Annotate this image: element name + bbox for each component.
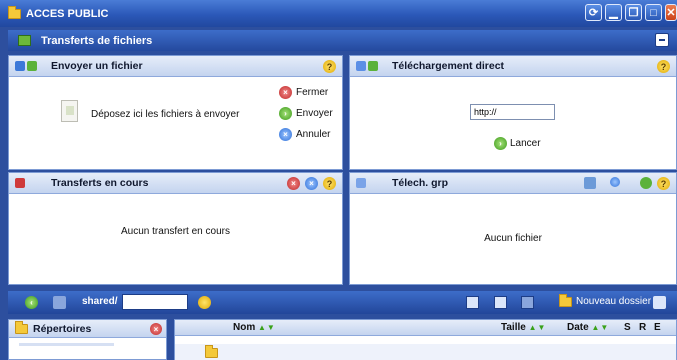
minimize-button[interactable]: ▁ xyxy=(605,4,622,21)
table-row[interactable] xyxy=(175,344,676,360)
upload-icon xyxy=(15,60,41,72)
download-icon xyxy=(356,60,382,72)
transfer-icon xyxy=(18,35,31,46)
restore-button[interactable]: ❐ xyxy=(625,4,642,21)
refresh-icon[interactable] xyxy=(610,177,620,187)
window-titlebar: ACCES PUBLIC ⟳ ▁ ❐ □ ✕ xyxy=(0,0,677,27)
close-icon: × xyxy=(279,86,292,99)
help-icon[interactable]: ? xyxy=(323,60,336,73)
back-icon[interactable]: ‹ xyxy=(25,296,38,309)
close-directories-icon[interactable]: × xyxy=(150,323,162,335)
directories-panel: Répertoires × xyxy=(8,319,167,360)
launch-button[interactable]: › Lancer xyxy=(494,137,541,150)
group-download-empty-message: Aucun fichier xyxy=(484,233,542,244)
column-size[interactable]: Taille ▲▼ xyxy=(501,322,546,333)
sort-icon: ▲▼ xyxy=(258,323,276,332)
transfers-panel-title: Transferts en cours xyxy=(51,177,149,189)
column-e[interactable]: E xyxy=(654,322,661,333)
cancel-icon: × xyxy=(279,128,292,141)
transfers-panel-header: Transferts en cours × × ? xyxy=(9,173,342,194)
directories-header: Répertoires xyxy=(9,320,166,338)
collapse-icon[interactable] xyxy=(655,33,669,47)
path-input[interactable] xyxy=(122,294,188,310)
close-action[interactable]: × Fermer xyxy=(279,86,333,99)
launch-icon: › xyxy=(494,137,507,150)
settings-icon[interactable] xyxy=(653,296,666,309)
send-action[interactable]: › Envoyer xyxy=(279,107,333,120)
clear-icon[interactable]: × xyxy=(305,177,318,190)
url-input[interactable] xyxy=(470,104,555,120)
section-title: Transferts de fichiers xyxy=(41,34,153,47)
help-icon[interactable]: ? xyxy=(323,177,336,190)
current-path: shared/ xyxy=(82,296,118,307)
upload-panel: Envoyer un fichier ? Déposez ici les fic… xyxy=(8,55,343,170)
new-folder-icon xyxy=(559,293,572,307)
column-r[interactable]: R xyxy=(639,322,646,333)
sort-icon: ▲▼ xyxy=(528,323,547,332)
window-controls: ⟳ ▁ ❐ □ ✕ xyxy=(585,4,677,21)
upload-panel-title: Envoyer un fichier xyxy=(51,60,143,72)
go-icon[interactable] xyxy=(198,296,211,309)
column-name[interactable]: Nom ▲▼ xyxy=(233,322,276,333)
cancel-action[interactable]: × Annuler xyxy=(279,128,333,141)
help-icon[interactable]: ? xyxy=(657,60,670,73)
group-download-panel: Télech. grp ? Aucun fichier xyxy=(349,172,677,285)
cancel-all-icon[interactable]: × xyxy=(287,177,300,190)
new-folder-button[interactable]: Nouveau dossier xyxy=(559,293,652,307)
refresh-icon[interactable]: ⟳ xyxy=(585,4,602,21)
maximize-button[interactable]: □ xyxy=(645,4,662,21)
directories-title: Répertoires xyxy=(33,322,92,335)
direct-download-header: Téléchargement direct ? xyxy=(350,56,676,77)
file-list-panel: Nom ▲▼ Taille ▲▼ Date ▲▼ S R E xyxy=(174,319,677,360)
file-icon xyxy=(61,100,78,122)
drop-zone-text[interactable]: Déposez ici les fichiers à envoyer xyxy=(91,109,239,120)
file-list-header: Nom ▲▼ Taille ▲▼ Date ▲▼ S R E xyxy=(175,320,676,336)
section-header: Transferts de fichiers xyxy=(8,30,677,51)
group-download-icon xyxy=(356,177,382,189)
directory-tree-item[interactable] xyxy=(19,343,114,346)
column-s[interactable]: S xyxy=(624,322,631,333)
upload-actions: × Fermer › Envoyer × Annuler xyxy=(279,86,333,141)
row-folder-icon xyxy=(205,345,218,358)
close-label: Fermer xyxy=(296,87,329,98)
launch-label: Lancer xyxy=(510,138,541,149)
detail-view-icon[interactable] xyxy=(494,296,507,309)
transfers-icon xyxy=(15,177,41,189)
help-icon[interactable]: ? xyxy=(657,177,670,190)
file-browser-toolbar: ‹ shared/ Nouveau dossier xyxy=(8,291,677,314)
thumbnail-view-icon[interactable] xyxy=(521,296,534,309)
directories-folder-icon xyxy=(15,320,28,334)
group-download-header: Télech. grp ? xyxy=(350,173,676,194)
close-button[interactable]: ✕ xyxy=(665,4,677,21)
direct-download-title: Téléchargement direct xyxy=(392,60,505,72)
new-folder-label: Nouveau dossier xyxy=(576,296,652,307)
up-folder-icon[interactable] xyxy=(53,296,66,309)
send-label: Envoyer xyxy=(296,108,333,119)
list-view-icon[interactable] xyxy=(466,296,479,309)
save-icon[interactable] xyxy=(584,177,596,189)
send-icon: › xyxy=(279,107,292,120)
window-title: ACCES PUBLIC xyxy=(26,7,109,20)
group-download-title: Télech. grp xyxy=(392,177,449,189)
transfers-empty-message: Aucun transfert en cours xyxy=(121,226,230,237)
cancel-label: Annuler xyxy=(296,129,331,140)
transfers-panel: Transferts en cours × × ? Aucun transfer… xyxy=(8,172,343,285)
direct-download-panel: Téléchargement direct ? › Lancer xyxy=(349,55,677,170)
upload-panel-header: Envoyer un fichier ? xyxy=(9,56,342,77)
folder-icon xyxy=(8,5,21,19)
sort-icon: ▲▼ xyxy=(591,323,610,332)
column-date[interactable]: Date ▲▼ xyxy=(567,322,609,333)
group-icon[interactable] xyxy=(640,177,652,189)
